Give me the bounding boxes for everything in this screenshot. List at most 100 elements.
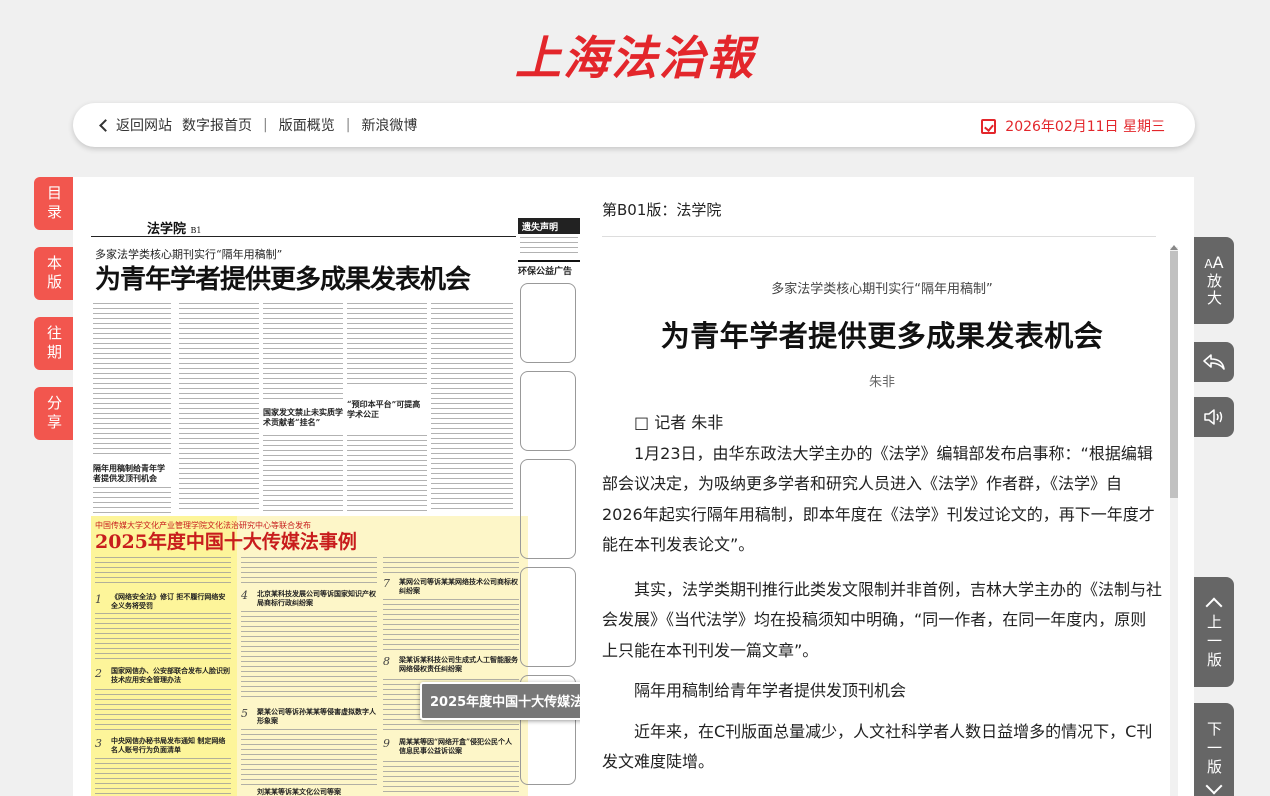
public-ad-heading: 环保公益广告 [518,260,580,277]
speaker-icon [1204,409,1223,425]
item-title: 某网公司等诉某某网络技术公司商标权纠纷案 [399,577,518,595]
item-number: 3 [95,737,102,750]
chevron-left-icon [99,118,112,132]
tab-share[interactable]: 分享 [34,387,73,440]
top-nav-bar: 返回网站 数字报首页 | 版面概览 | 新浪微博 2026年02月11日 星期三 [73,103,1195,147]
text-column [263,303,343,403]
nav-link-digital-home[interactable]: 数字报首页 [182,115,252,135]
newspaper-logo: 上海法治報 [515,31,755,85]
article-paragraph: 其实，法学类期刊推行此类发文限制并非首例，吉林大学主办的《法制与社会发展》《当代… [602,579,1162,660]
article-paragraph: 隔年用稿制给青年学者提供发顶刊机会 [634,681,907,700]
prev-page-button[interactable]: 上一版 [1194,577,1234,687]
item-title: 《网络安全法》修订 拒不履行网络安全义务将受罚 [111,592,226,610]
text-column [241,729,377,785]
tab-this-page[interactable]: 本版 [34,247,73,300]
lost-notice-box: 遗失声明 [518,218,580,234]
item-number: 5 [241,707,248,720]
text-column [383,599,519,651]
item-number: 2 [95,667,102,680]
cartoon-panel [520,567,576,667]
tab-past-issues[interactable]: 往期 [34,317,73,370]
nav-link-sina-weibo[interactable]: 新浪微博 [361,115,417,135]
tab-contents-label: 目录 [45,184,63,223]
zoom-in-label: 放大 [1205,273,1223,307]
cartoon-panel [520,283,576,363]
article-scrollbar[interactable] [1170,245,1178,796]
calendar-icon [981,118,997,134]
text-column [179,303,259,513]
article-subtitle: 多家法学类核心期刊实行“隔年用稿制” [771,282,993,297]
page-section-name: 法学院 B1 [147,222,202,237]
item-number: 9 [383,737,390,750]
article-paragraph: 近年来，在C刊版面总量减少，人文社科学者人数日益增多的情况下，C刊发文难度陡增。 [602,721,1153,772]
cartoon-panel [520,371,576,451]
item-title: 周某某等因“网络开盒”侵犯公民个人信息民事公益诉讼案 [399,737,513,755]
tab-contents[interactable]: 目录 [34,177,73,230]
article-body: 多家法学类核心期刊实行“隔年用稿制” 为青年学者提供更多成果发表机会 朱非 □ … [602,247,1162,796]
item-title: 聚某公司等诉孙某某等侵害虚拟数字人形象案 [257,707,376,725]
featured-box-headline: 2025年度中国十大传媒法事例 [95,531,357,553]
item-title: 北京某科技发展公司等诉国家知识产权局商标行政纠纷案 [257,589,376,607]
back-button[interactable] [1194,342,1234,382]
text-column [347,303,427,385]
hover-tooltip: 2025年度中国十大传媒法事例 [420,682,580,720]
article-panel: 第B01版：法学院 多家法学类核心期刊实行“隔年用稿制” 为青年学者提供更多成果… [580,177,1194,796]
article-paragraph: □ 记者 朱非 [634,413,724,432]
divider [602,236,1156,237]
text-column [431,303,513,513]
text-column [241,611,377,701]
read-aloud-button[interactable] [1194,397,1234,437]
text-column [93,303,171,458]
page-header: 法学院 B1 [91,215,516,237]
issue-date: 2026年02月11日 星期三 [981,116,1165,136]
page-headline[interactable]: 为青年学者提供更多成果发表机会 [95,259,471,296]
item-number: 4 [241,589,248,602]
item-number: 7 [383,577,390,590]
article-paragraph: 1月23日，由华东政法大学主办的《法学》编辑部发布启事称：“根据编辑部会议决定，… [602,443,1155,555]
next-page-label: 下一版 [1205,721,1223,778]
page-subhead: “预印本平台”可提高学术公正 [347,399,421,419]
scrollbar-thumb[interactable] [1170,251,1178,498]
text-column [95,613,231,661]
nav-link-page-overview[interactable]: 版面概览 [279,115,335,135]
item-title: 刘某某等诉某文化公司等案 [257,787,341,796]
tab-past-issues-label: 往期 [45,324,63,363]
next-page-button[interactable]: 下一版 [1194,703,1234,796]
item-title: 中央网信办秘书局发布通知 制定网络名人账号行为负面清单 [111,736,226,754]
scroll-up-arrow-icon[interactable] [1170,245,1178,250]
cartoon-panel [520,459,576,559]
text-column [95,689,231,731]
nav-separator: | [263,117,268,133]
page-subhead: 国家发文禁止未实质学术贡献者“挂名” [263,407,343,427]
item-number: 8 [383,655,390,668]
article-page-header: 第B01版：法学院 [602,201,722,219]
nav-separator: | [345,117,351,133]
text-column [383,557,519,573]
text-column [93,487,171,513]
chevron-up-icon [1205,597,1223,614]
prev-page-label: 上一版 [1205,613,1223,671]
zoom-in-button[interactable]: AAAA 放大 [1194,237,1234,324]
text-column [347,435,427,513]
item-title: 国家网信办、公安部联合发布人脸识别技术应用安全管理办法 [111,666,230,684]
tab-this-page-label: 本版 [45,254,63,293]
text-column [95,557,231,587]
reply-icon [1203,354,1225,370]
newspaper-page-image[interactable]: 法学院 B1 多家法学类核心期刊实行“隔年用稿制” 为青年学者提供更多成果发表机… [73,177,580,796]
text-column [520,237,578,255]
issue-date-text: 2026年02月11日 星期三 [1005,119,1165,135]
article-author: 朱非 [868,375,895,390]
text-column [263,435,343,513]
back-to-site-link[interactable]: 返回网站 [99,115,172,135]
item-title: 梁某诉某科技公司生成式人工智能服务网络侵权责任纠纷案 [399,655,518,673]
chevron-down-icon [1205,777,1223,795]
tab-share-label: 分享 [45,394,63,433]
back-to-site-label: 返回网站 [116,118,172,134]
item-number: 1 [95,593,102,606]
text-column [383,761,519,796]
text-column [95,758,231,796]
text-column [241,557,377,585]
page-subhead: 隔年用稿制给青年学者提供发顶刊机会 [93,463,165,483]
article-title: 为青年学者提供更多成果发表机会 [660,319,1104,353]
font-size-icon: AAAA [1204,253,1224,272]
